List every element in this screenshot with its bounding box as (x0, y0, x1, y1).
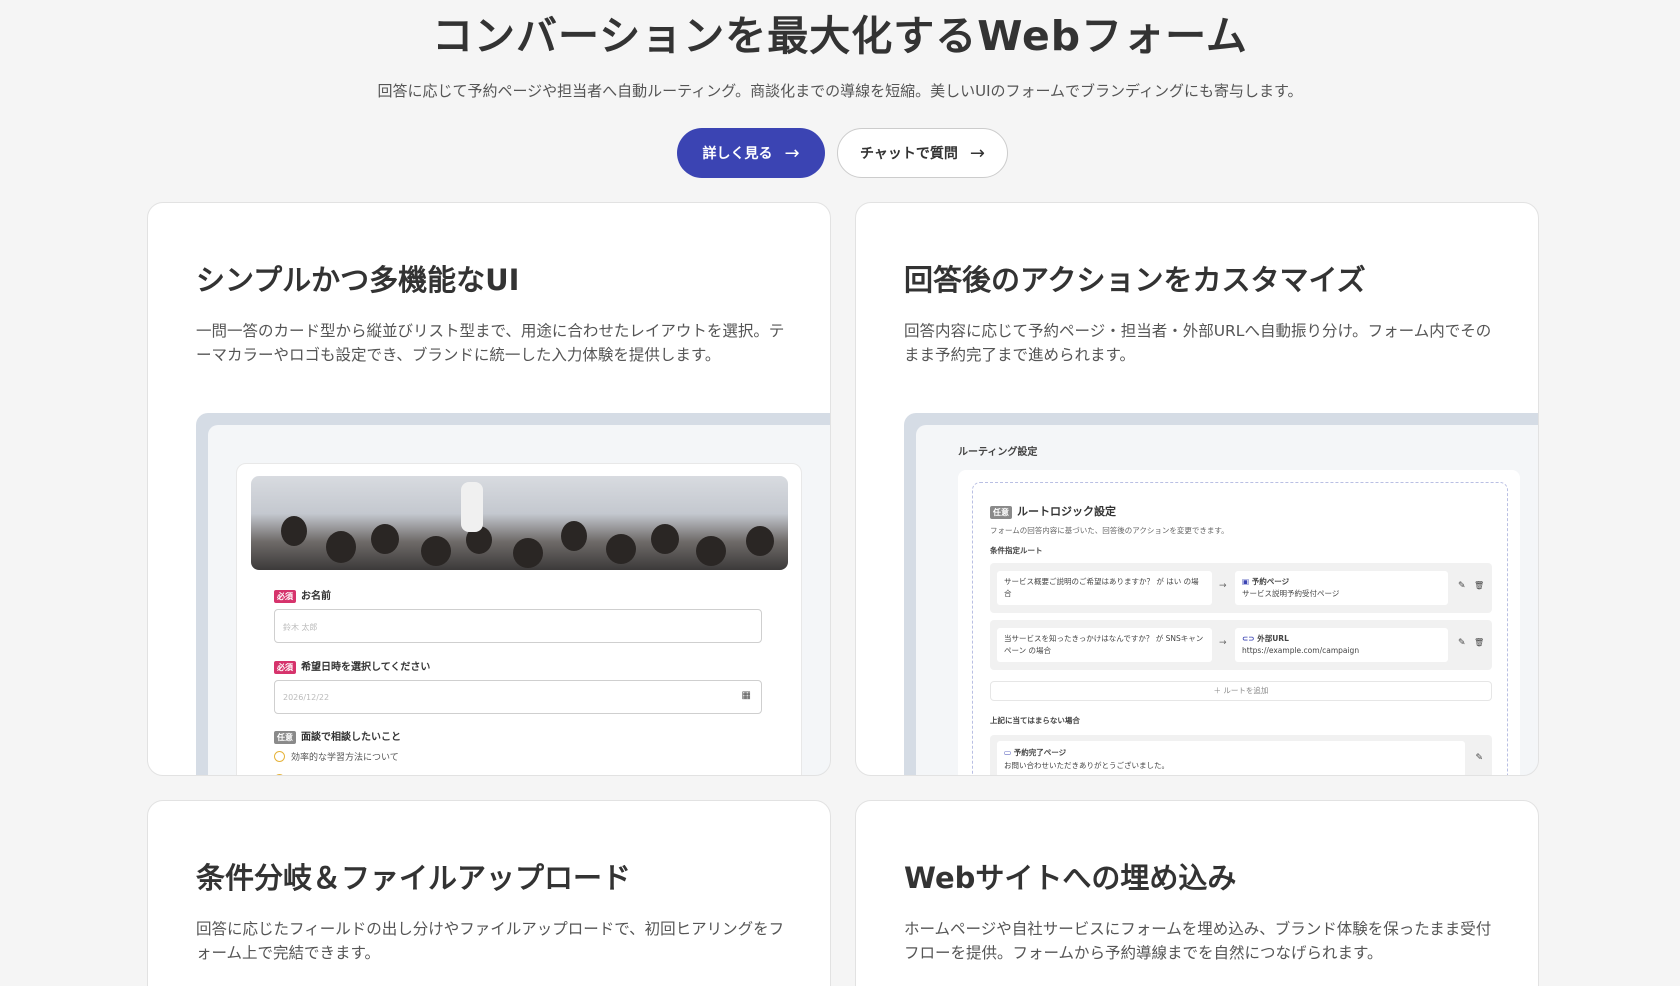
name-input[interactable]: 鈴木 太郎 (274, 609, 762, 643)
edit-icon[interactable]: ✎ (1458, 581, 1466, 591)
form-preview-frame: 必須 お名前 鈴木 太郎 必須 希望日時を選択してください 2026/12/22 ▦… (196, 413, 830, 775)
rule-destination: ▣ 予約ページ サービス説明予約受付ページ (1235, 571, 1448, 605)
page-title: コンバーションを最大化するWebフォーム (432, 12, 1248, 60)
feature-card-custom-actions: 回答後のアクションをカスタマイズ 回答内容に応じて予約ページ・担当者・外部URL… (855, 202, 1539, 776)
feature-card-title: シンプルかつ多機能なUI (196, 263, 520, 297)
arrow-right-icon: → (969, 142, 985, 164)
arrow-right-icon: → (784, 142, 800, 164)
feature-card-simple-ui: シンプルかつ多機能なUI 一問一答のカード型から縦並びリスト型まで、用途に合わせ… (147, 202, 831, 776)
delete-icon[interactable]: 🗑 (1474, 638, 1484, 647)
calendar-icon: ▦ (741, 690, 751, 701)
header-image (251, 476, 788, 570)
radio-option[interactable]: 効率的な学習方法について (274, 750, 399, 763)
arrow-right-icon: → (1219, 638, 1227, 648)
routing-preview-frame: ルーティング設定 任意 ルートロジック設定 フォームの回答内容に基づいた、回答後の… (904, 413, 1538, 775)
feature-card-embed: Webサイトへの埋め込み ホームページや自社サービスにフォームを埋め込み、ブラン… (855, 800, 1539, 986)
rule-destination: ⊂⊃ 外部URL https://example.com/campaign (1235, 628, 1448, 662)
chat-question-button[interactable]: チャットで質問 → (837, 128, 1008, 178)
required-badge: 必須 (274, 660, 296, 674)
message-icon: ▭ (1004, 748, 1012, 757)
routing-window-title: ルーティング設定 (958, 447, 1038, 458)
edit-icon[interactable]: ✎ (1475, 753, 1483, 763)
date-input[interactable]: 2026/12/22 ▦ (274, 680, 762, 714)
link-icon: ⊂⊃ (1242, 634, 1255, 643)
route-logic-description: フォームの回答内容に基づいた、回答後のアクションを変更できます。 (990, 526, 1229, 535)
required-badge: 必須 (274, 589, 296, 603)
feature-card-description: 回答に応じたフィールドの出し分けやファイルアップロードで、初回ヒアリングをフォー… (196, 920, 785, 962)
add-route-button[interactable]: ＋ ルートを追加 (990, 681, 1492, 701)
arrow-right-icon: → (1219, 581, 1227, 591)
route-rule: サービス概要ご説明のご希望はありますか？ が はい の場合 → ▣ 予約ページ … (990, 563, 1492, 613)
feature-card-title: 条件分岐＆ファイルアップロード (196, 861, 632, 895)
delete-icon[interactable]: 🗑 (1474, 581, 1484, 590)
optional-badge: 任意 (990, 505, 1012, 519)
feature-card-title: Webサイトへの埋め込み (904, 861, 1237, 895)
learn-more-label: 詳しく見る (702, 146, 773, 162)
radio-option[interactable] (274, 774, 285, 775)
route-rule: 当サービスを知ったきっかけはなんですか？ が SNSキャンペーン の場合 → ⊂… (990, 620, 1492, 670)
form-preview: 必須 お名前 鈴木 太郎 必須 希望日時を選択してください 2026/12/22 ▦… (236, 463, 802, 775)
edit-icon[interactable]: ✎ (1458, 638, 1466, 648)
rule-condition: 当サービスを知ったきっかけはなんですか？ が SNSキャンペーン の場合 (997, 628, 1212, 662)
feature-card-description: 回答内容に応じて予約ページ・担当者・外部URLへ自動振り分け。フォーム内でそのま… (904, 322, 1492, 364)
rule-condition: サービス概要ご説明のご希望はありますか？ が はい の場合 (997, 571, 1212, 605)
feature-card-description: ホームページや自社サービスにフォームを埋め込み、ブランド体験を保ったまま受付フロ… (904, 920, 1492, 962)
date-field-label: 必須 希望日時を選択してください (274, 658, 430, 674)
chat-question-label: チャットで質問 (860, 146, 958, 162)
route-logic-heading: 任意 ルートロジック設定 (990, 503, 1116, 519)
booking-page-icon: ▣ (1242, 577, 1250, 586)
fallback-route: ▭ 予約完了ページ お問い合わせいただきありがとうございました。 ✎ (990, 735, 1492, 775)
feature-card-title: 回答後のアクションをカスタマイズ (904, 263, 1366, 297)
page-subtitle: 回答に応じて予約ページや担当者へ自動ルーティング。商談化までの導線を短縮。美しい… (377, 82, 1303, 100)
name-field-label: 必須 お名前 (274, 587, 331, 603)
route-logic-panel: 任意 ルートロジック設定 フォームの回答内容に基づいた、回答後のアクションを変更で… (972, 482, 1508, 775)
learn-more-button[interactable]: 詳しく見る → (677, 128, 825, 178)
conditional-routes-label: 条件指定ルート (990, 546, 1043, 555)
fallback-destination: ▭ 予約完了ページ お問い合わせいただきありがとうございました。 (997, 741, 1465, 775)
optional-badge: 任意 (274, 730, 296, 744)
fallback-route-label: 上記に当てはまらない場合 (990, 716, 1080, 725)
feature-card-conditional-upload: 条件分岐＆ファイルアップロード 回答に応じたフィールドの出し分けやファイルアップ… (147, 800, 831, 986)
radio-button[interactable] (274, 774, 285, 775)
radio-button[interactable] (274, 751, 285, 762)
feature-card-description: 一問一答のカード型から縦並びリスト型まで、用途に合わせたレイアウトを選択。テーマ… (196, 322, 785, 364)
topic-field-label: 任意 面談で相談したいこと (274, 728, 401, 744)
